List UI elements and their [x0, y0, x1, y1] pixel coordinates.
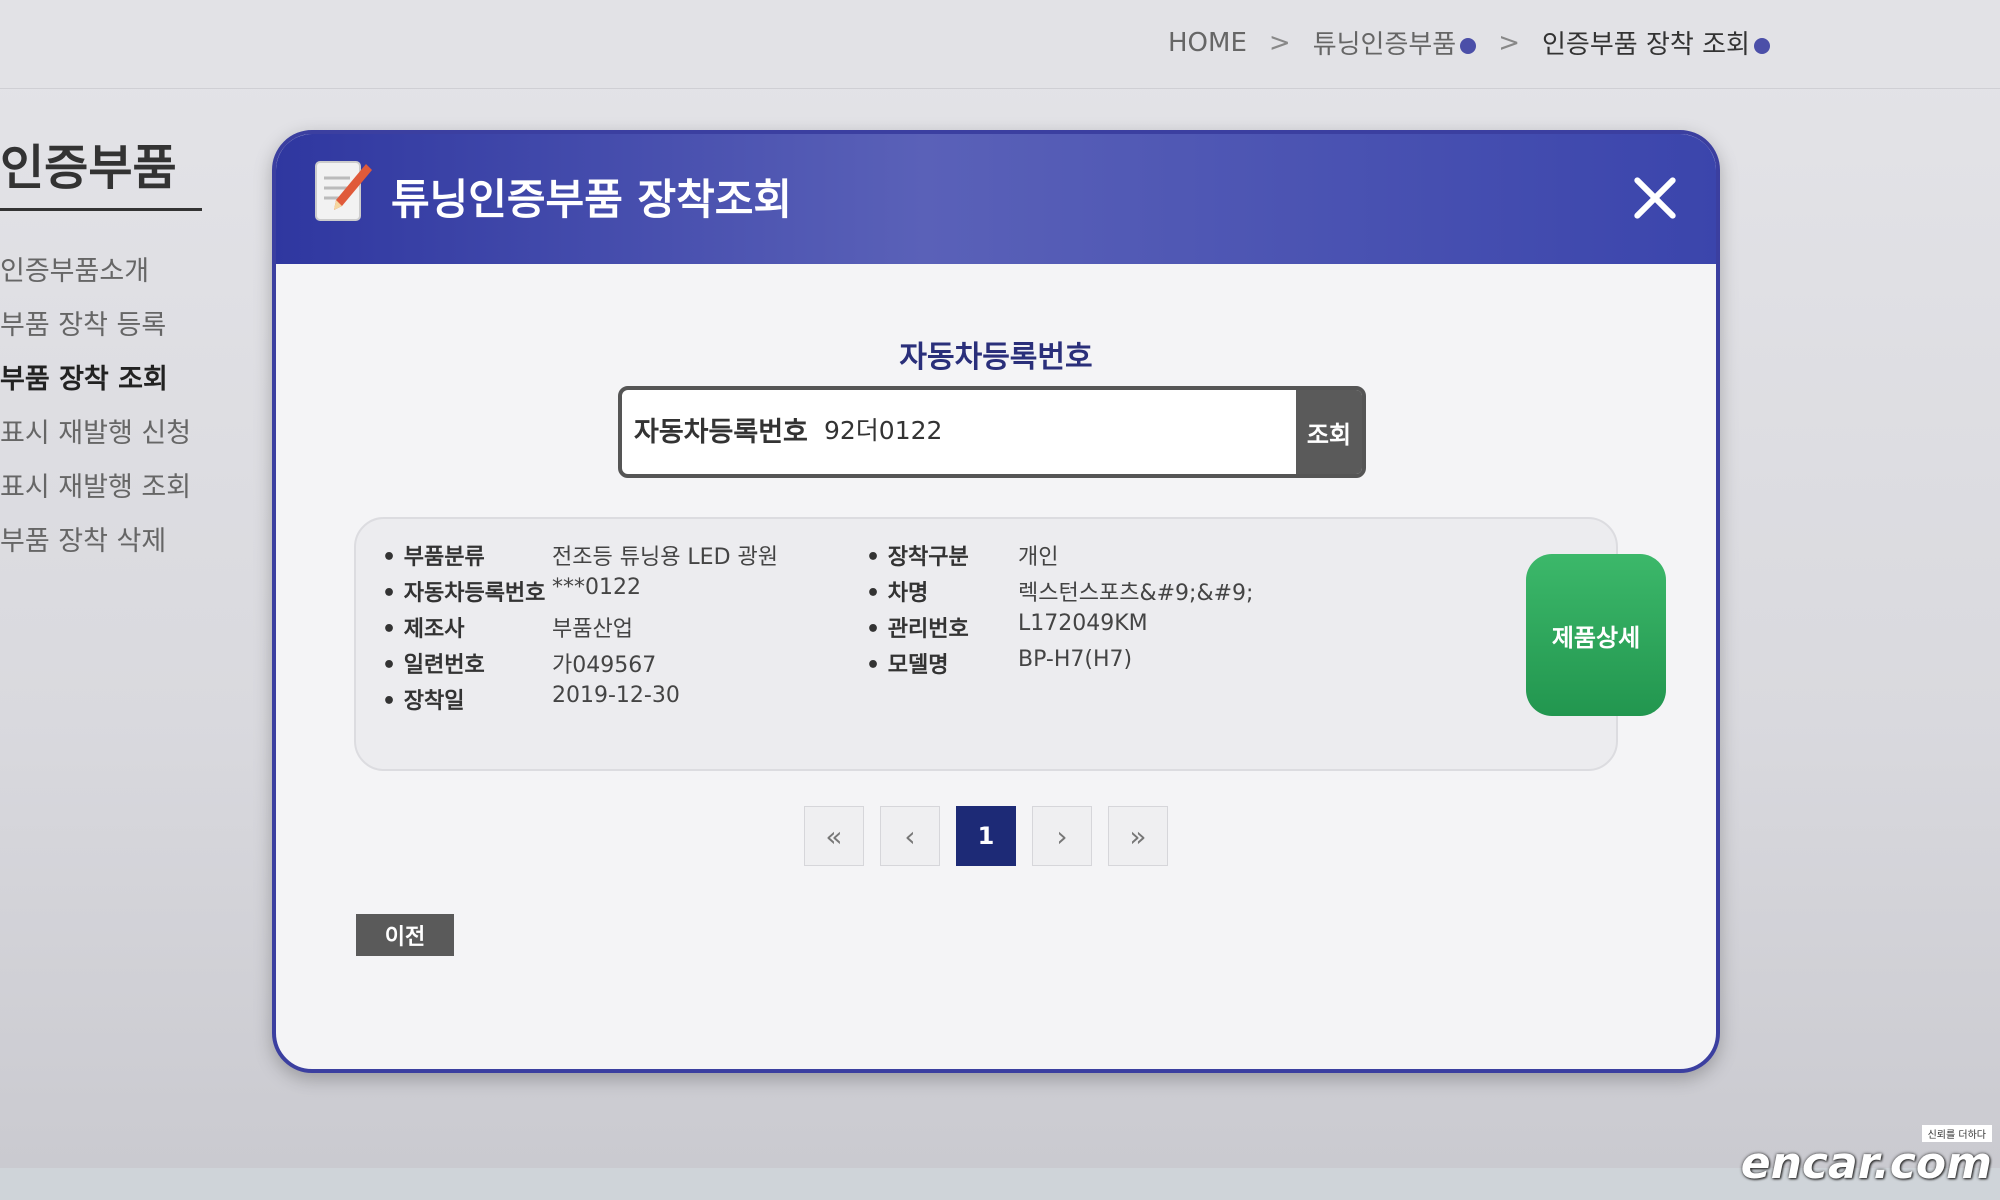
- search-button[interactable]: 조회: [1296, 390, 1362, 474]
- breadcrumb-level1-label: 튜닝인증부품: [1312, 30, 1457, 60]
- field-value: 렉스턴스포츠&#9;&#9;: [1018, 581, 1254, 606]
- field-key: 관리번호: [866, 611, 1018, 643]
- search-label: 자동차등록번호: [634, 417, 808, 448]
- result-field: 장착구분 개인: [866, 539, 1059, 571]
- result-field: 제조사 부품산업: [382, 611, 633, 643]
- modal-header: 튜닝인증부품 장착조회: [276, 134, 1716, 264]
- field-key: 차명: [866, 575, 1018, 607]
- sidebar-item-intro[interactable]: 인증부품소개: [0, 245, 191, 299]
- back-button[interactable]: 이전: [356, 914, 454, 956]
- taskbar: [0, 1168, 2000, 1200]
- field-key: 모델명: [866, 647, 1018, 679]
- field-value: 부품산업: [552, 617, 633, 642]
- sidebar-item-lookup[interactable]: 부품 장착 조회: [0, 353, 191, 407]
- field-value: 전조등 튜닝용 LED 광원: [552, 545, 778, 570]
- sidebar-item-reissue-apply[interactable]: 표시 재발행 신청: [0, 407, 191, 461]
- current-page-button[interactable]: 1: [956, 806, 1016, 866]
- result-field: 장착일 2019-12-30: [382, 683, 680, 715]
- field-key: 부품분류: [382, 539, 552, 571]
- field-key: 장착구분: [866, 539, 1018, 571]
- field-key: 일련번호: [382, 647, 552, 679]
- dropdown-dot-icon: [1460, 37, 1477, 54]
- field-key: 장착일: [382, 683, 552, 715]
- pagination: « ‹ 1 › »: [804, 806, 1168, 866]
- result-field: 부품분류 전조등 튜닝용 LED 광원: [382, 539, 778, 571]
- breadcrumb-home[interactable]: HOME: [1168, 28, 1247, 58]
- result-field: 자동차등록번호 ***0122: [382, 575, 641, 607]
- lookup-modal: 튜닝인증부품 장착조회 자동차등록번호 자동차등록번호 조회 부품분류 전조등 …: [272, 130, 1720, 1073]
- result-field: 일련번호 가049567: [382, 647, 657, 679]
- field-value: L172049KM: [1018, 611, 1148, 636]
- watermark: 신뢰를 더하다 encar.com: [1741, 1123, 1992, 1186]
- breadcrumb-level2-label: 인증부품 장착 조회: [1542, 30, 1750, 60]
- result-field: 차명 렉스턴스포츠&#9;&#9;: [866, 575, 1254, 607]
- modal-title: 튜닝인증부품 장착조회: [391, 175, 793, 224]
- plate-number-input[interactable]: [822, 406, 1246, 452]
- first-page-button[interactable]: «: [804, 806, 864, 866]
- breadcrumb-separator: >: [1498, 27, 1521, 58]
- field-key: 제조사: [382, 611, 552, 643]
- result-field: 관리번호 L172049KM: [866, 611, 1148, 643]
- sidebar-item-register[interactable]: 부품 장착 등록: [0, 299, 191, 353]
- close-icon[interactable]: [1628, 172, 1680, 224]
- last-page-button[interactable]: »: [1108, 806, 1168, 866]
- prev-page-button[interactable]: ‹: [880, 806, 940, 866]
- sidebar-item-reissue-lookup[interactable]: 표시 재발행 조회: [0, 461, 191, 515]
- top-bar: HOME > 튜닝인증부품 > 인증부품 장착 조회: [0, 0, 2000, 89]
- next-page-button[interactable]: ›: [1032, 806, 1092, 866]
- breadcrumb-separator: >: [1268, 27, 1291, 58]
- breadcrumb: HOME > 튜닝인증부품 > 인증부품 장착 조회: [1168, 24, 1770, 61]
- dropdown-dot-icon: [1753, 37, 1770, 54]
- watermark-logo: encar.com: [1740, 1138, 1992, 1189]
- sidebar-item-delete[interactable]: 부품 장착 삭제: [0, 515, 191, 569]
- sidebar-title: 인증부품: [0, 128, 202, 211]
- breadcrumb-level2[interactable]: 인증부품 장착 조회: [1542, 24, 1770, 61]
- result-field: 모델명 BP-H7(H7): [866, 647, 1132, 679]
- product-detail-button[interactable]: 제품상세: [1526, 554, 1666, 716]
- edit-document-icon: [315, 161, 372, 221]
- field-value: 2019-12-30: [552, 683, 680, 708]
- breadcrumb-level1[interactable]: 튜닝인증부품: [1313, 24, 1477, 61]
- field-value: 가049567: [552, 653, 657, 678]
- field-value: 개인: [1018, 545, 1059, 570]
- product-detail-label: 제품상세: [1526, 554, 1666, 716]
- field-value: ***0122: [552, 575, 641, 600]
- field-key: 자동차등록번호: [382, 575, 552, 607]
- sidebar-menu: 인증부품소개 부품 장착 등록 부품 장착 조회 표시 재발행 신청 표시 재발…: [0, 245, 191, 569]
- section-label: 자동차등록번호: [899, 340, 1093, 375]
- result-card: 부품분류 전조등 튜닝용 LED 광원 자동차등록번호 ***0122 제조사 …: [354, 517, 1666, 771]
- field-value: BP-H7(H7): [1018, 647, 1133, 672]
- search-box: 자동차등록번호 조회: [618, 386, 1366, 478]
